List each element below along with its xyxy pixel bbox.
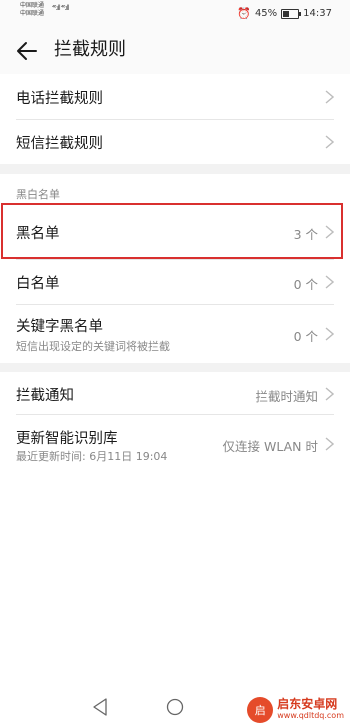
setting-sublabel: 最近更新时间: 6月11日 19:04 bbox=[16, 450, 168, 463]
setting-value: 仅连接 WLAN 时 bbox=[222, 439, 318, 454]
alarm-icon: ⏰ bbox=[237, 7, 251, 20]
carrier-2: 中国联通 bbox=[20, 10, 45, 17]
nav-back-icon[interactable] bbox=[92, 698, 108, 716]
chevron-right-icon bbox=[325, 437, 334, 451]
carrier-1: 中国联通 bbox=[20, 2, 45, 9]
list-sublabel: 短信出现设定的关键词将被拦截 bbox=[16, 340, 170, 353]
rules-card: 电话拦截规则 短信拦截规则 bbox=[0, 74, 350, 164]
chevron-right-icon bbox=[325, 90, 334, 104]
clock: 14:37 bbox=[303, 8, 332, 19]
list-count: 0 个 bbox=[293, 277, 318, 292]
rule-label: 电话拦截规则 bbox=[16, 91, 103, 107]
status-bar: 中国联通 中国联通 ⁴⁶.ıll ⁴⁶.ıll ⏰ 45% 14:37 bbox=[0, 0, 350, 28]
back-arrow-icon[interactable] bbox=[14, 38, 40, 64]
battery-percent: 45% bbox=[254, 8, 278, 19]
rule-item-phone[interactable]: 电话拦截规则 bbox=[0, 74, 350, 119]
status-right: ⏰ 45% 14:37 bbox=[237, 7, 332, 20]
nav-home-icon[interactable] bbox=[166, 698, 184, 716]
carrier-labels: 中国联通 中国联通 bbox=[20, 2, 44, 18]
list-item-keyword-blacklist[interactable]: 关键字黑名单 短信出现设定的关键词将被拦截 0 个 bbox=[0, 304, 350, 363]
watermark-title: 启东安卓网 bbox=[277, 697, 338, 711]
setting-label: 更新智能识别库 bbox=[16, 431, 118, 447]
battery-icon bbox=[281, 8, 302, 19]
chevron-right-icon bbox=[325, 327, 334, 341]
list-label: 关键字黑名单 bbox=[16, 319, 103, 335]
list-label: 白名单 bbox=[16, 276, 60, 292]
watermark-logo: 启 bbox=[247, 697, 274, 723]
setting-value: 拦截时通知 bbox=[255, 389, 318, 404]
setting-item-update-library[interactable]: 更新智能识别库 最近更新时间: 6月11日 19:04 仅连接 WLAN 时 bbox=[0, 414, 350, 472]
rule-item-sms[interactable]: 短信拦截规则 bbox=[0, 119, 350, 164]
title-bar: 拦截规则 bbox=[0, 28, 350, 74]
watermark: 启 启东安卓网 www.qdltdq.com bbox=[247, 697, 344, 723]
chevron-right-icon bbox=[325, 275, 334, 289]
rule-label: 短信拦截规则 bbox=[16, 136, 103, 152]
navigation-bar: 启 启东安卓网 www.qdltdq.com bbox=[0, 688, 350, 727]
chevron-right-icon bbox=[325, 387, 334, 401]
chevron-right-icon bbox=[325, 135, 334, 149]
section-header: 黑白名单 bbox=[16, 188, 60, 201]
watermark-url: www.qdltdq.com bbox=[277, 711, 344, 720]
setting-item-notify[interactable]: 拦截通知 拦截时通知 bbox=[0, 372, 350, 414]
misc-card: 拦截通知 拦截时通知 更新智能识别库 最近更新时间: 6月11日 19:04 仅… bbox=[0, 372, 350, 688]
setting-label: 拦截通知 bbox=[16, 388, 74, 404]
list-item-whitelist[interactable]: 白名单 0 个 bbox=[0, 259, 350, 304]
highlight-box bbox=[1, 203, 343, 259]
signal-icon: ⁴⁶.ıll ⁴⁶.ıll bbox=[52, 4, 70, 12]
list-count: 0 个 bbox=[293, 329, 318, 344]
page-title: 拦截规则 bbox=[54, 39, 126, 60]
